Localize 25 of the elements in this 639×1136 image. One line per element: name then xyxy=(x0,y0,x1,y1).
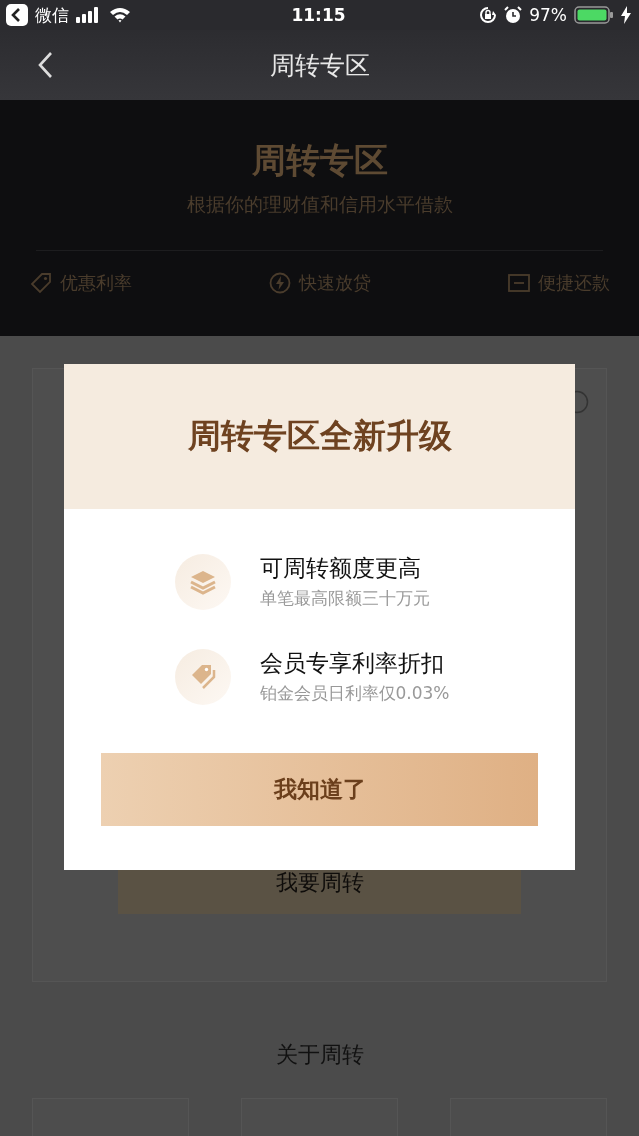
back-app-label[interactable]: 微信 xyxy=(35,3,69,27)
benefit-subtitle: 铂金会员日利率仅0.03% xyxy=(259,682,450,705)
rotation-lock-icon xyxy=(479,6,498,24)
back-icon[interactable] xyxy=(37,51,53,79)
page-title: 周转专区 xyxy=(269,49,370,82)
feature-label: 便捷还款 xyxy=(537,271,610,295)
benefit-subtitle: 单笔最高限额三十万元 xyxy=(259,587,430,610)
lightning-icon xyxy=(268,272,291,294)
benefit-title: 可周转额度更高 xyxy=(259,554,422,583)
clock-time: 11:15 xyxy=(291,5,346,25)
hero-title: 周转专区 xyxy=(251,139,388,182)
feature-label: 快速放贷 xyxy=(298,271,371,295)
feature-label: 优惠利率 xyxy=(59,271,132,295)
alarm-icon xyxy=(504,6,523,24)
benefit-title: 会员专享利率折扣 xyxy=(259,649,445,678)
confirm-button[interactable]: 我知道了 xyxy=(101,753,538,826)
card-icon xyxy=(507,274,530,292)
dialog-title: 周转专区全新升级 xyxy=(187,415,452,457)
wifi-icon xyxy=(109,7,131,23)
tag-icon xyxy=(29,272,52,294)
battery-icon xyxy=(574,6,614,24)
battery-percent: 97% xyxy=(529,5,567,25)
section-title: 关于周转 xyxy=(274,1041,365,1069)
hero-subtitle: 根据你的理财值和信用水平借款 xyxy=(186,192,453,216)
charging-icon xyxy=(621,6,631,24)
